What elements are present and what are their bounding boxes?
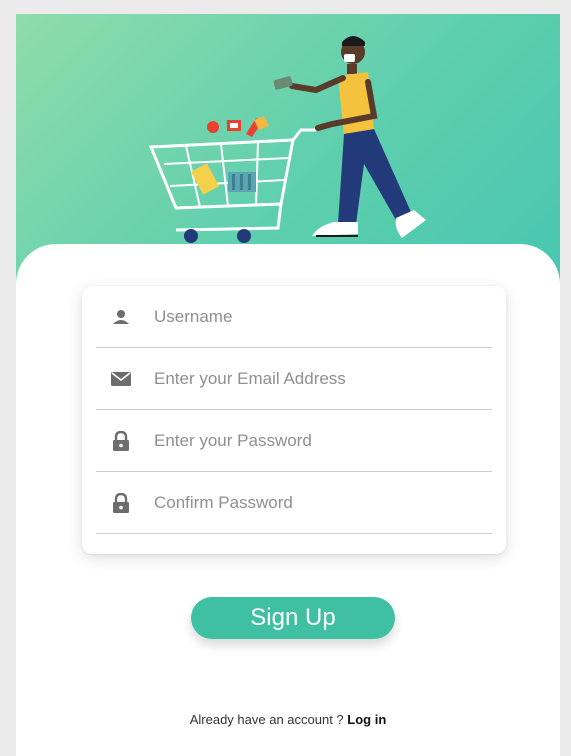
password-input[interactable] [154, 430, 474, 451]
password-field[interactable] [96, 410, 492, 472]
phone-screen: Sign Up Already have an account ? Log in [16, 14, 560, 756]
confirm-password-input[interactable] [154, 492, 474, 513]
confirm-password-field[interactable] [96, 472, 492, 534]
lock-icon [106, 492, 136, 513]
username-field[interactable] [96, 286, 492, 348]
login-prompt-text: Already have an account ? [189, 712, 348, 727]
username-input[interactable] [154, 306, 474, 327]
person-icon [106, 309, 136, 325]
lock-icon [106, 430, 136, 451]
email-input[interactable] [154, 368, 474, 389]
login-link[interactable]: Log in [347, 712, 386, 727]
login-prompt-row: Already have an account ? Log in [16, 712, 560, 727]
envelope-icon [106, 371, 136, 387]
signup-form [82, 286, 506, 554]
email-field[interactable] [96, 348, 492, 410]
signup-button[interactable]: Sign Up [191, 597, 395, 639]
